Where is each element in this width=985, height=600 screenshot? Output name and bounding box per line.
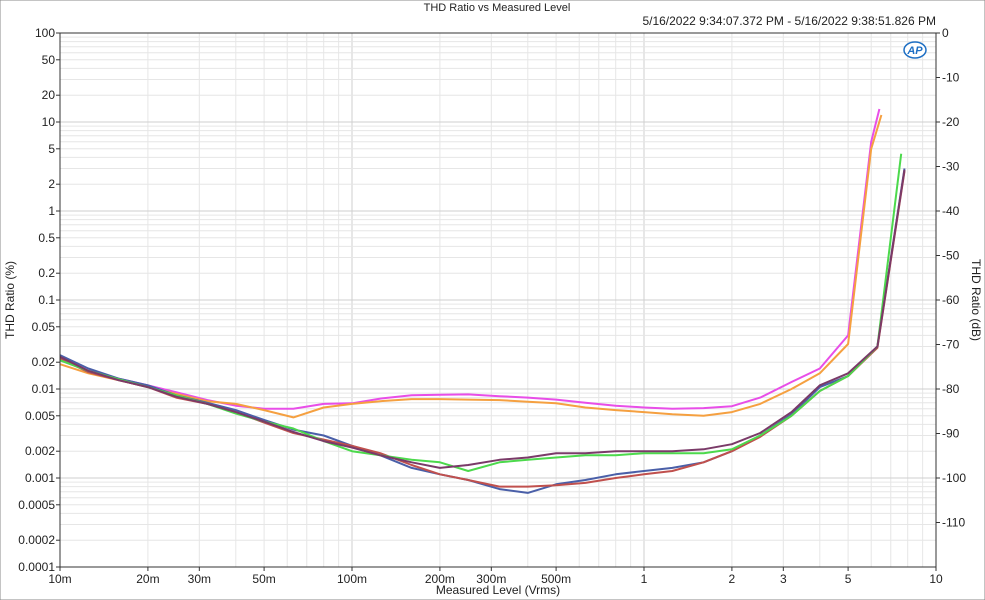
y-tick-label: 0.02 <box>32 355 56 369</box>
chart-title: THD Ratio vs Measured Level <box>424 2 571 14</box>
ap-logo-text: AP <box>906 45 923 57</box>
y-tick-label: 0.5 <box>38 231 55 245</box>
y2-tick-label: -20 <box>942 115 960 129</box>
y-tick-label: 10 <box>42 115 56 129</box>
x-tick-label: 100m <box>337 572 367 586</box>
x-tick-label: 10m <box>48 572 71 586</box>
x-tick-label: 2 <box>729 572 736 586</box>
y2-tick-label: -30 <box>942 160 960 174</box>
x-tick-label: 50m <box>252 572 275 586</box>
thd-chart: THD Ratio vs Measured Level 5/16/2022 9:… <box>0 0 985 600</box>
x-tick-label: 3 <box>780 572 787 586</box>
y2-tick-label: -90 <box>942 427 960 441</box>
x-tick-label: 30m <box>188 572 211 586</box>
y2-tick-label: -70 <box>942 338 960 352</box>
y2-tick-label: 0 <box>942 26 949 40</box>
y-tick-label: 0.01 <box>32 382 56 396</box>
x-tick-label: 5 <box>845 572 852 586</box>
y-tick-label: 5 <box>48 142 55 156</box>
x-tick-label: 1 <box>641 572 648 586</box>
y-tick-label: 0.2 <box>38 266 55 280</box>
y-tick-label: 0.0002 <box>18 533 55 547</box>
y-tick-label: 0.0001 <box>18 560 55 574</box>
y2-axis-label: THD Ratio (dB) <box>969 259 983 341</box>
y-tick-label: 20 <box>42 88 56 102</box>
y2-tick-label: -50 <box>942 249 960 263</box>
y2-tick-label: -60 <box>942 293 960 307</box>
y-axis-label: THD Ratio (%) <box>3 261 17 339</box>
ap-logo: AP <box>903 41 927 59</box>
x-axis-label: Measured Level (Vrms) <box>436 583 560 597</box>
chart-subtitle: 5/16/2022 9:34:07.372 PM - 5/16/2022 9:3… <box>642 14 936 28</box>
y-tick-label: 100 <box>35 26 55 40</box>
x-tick-label: 20m <box>136 572 159 586</box>
y2-tick-label: -10 <box>942 71 960 85</box>
y2-tick-label: -80 <box>942 382 960 396</box>
y-tick-label: 0.1 <box>38 293 55 307</box>
y2-tick-label: -110 <box>942 516 965 530</box>
y-tick-label: 0.05 <box>32 320 56 334</box>
y-tick-label: 50 <box>42 53 56 67</box>
y-tick-label: 0.0005 <box>18 498 55 512</box>
y2-tick-label: -40 <box>942 204 960 218</box>
y-tick-label: 0.001 <box>25 471 55 485</box>
y-tick-label: 0.002 <box>25 444 55 458</box>
y-tick-label: 1 <box>48 204 55 218</box>
y-tick-label: 0.005 <box>25 409 55 423</box>
y-tick-label: 2 <box>48 177 55 191</box>
y2-tick-label: -100 <box>942 471 966 485</box>
x-tick-label: 10 <box>929 572 943 586</box>
